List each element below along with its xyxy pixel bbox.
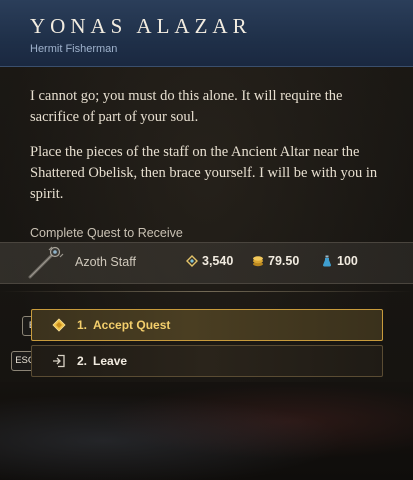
vial-icon bbox=[321, 255, 333, 267]
dialogue-paragraph-2: Place the pieces of the staff on the Anc… bbox=[30, 144, 378, 202]
coin-reward: 79.50 bbox=[252, 254, 299, 268]
exit-door-icon bbox=[51, 353, 67, 369]
accept-quest-button[interactable]: 1. Accept Quest bbox=[31, 309, 383, 341]
dialogue-text: I cannot go; you must do this alone. It … bbox=[30, 86, 390, 219]
azoth-amount: 3,540 bbox=[202, 254, 234, 268]
vial-reward: 100 bbox=[321, 254, 358, 268]
leave-button[interactable]: 2. Leave bbox=[31, 345, 383, 377]
divider bbox=[0, 291, 413, 292]
reward-item-name: Azoth Staff bbox=[75, 255, 136, 269]
option-label: Accept Quest bbox=[93, 318, 171, 332]
npc-header: YONAS ALAZAR Hermit Fisherman bbox=[0, 0, 413, 67]
coin-amount: 79.50 bbox=[268, 254, 300, 268]
quest-diamond-icon bbox=[51, 317, 67, 333]
coin-stack-icon bbox=[252, 255, 264, 267]
background-scene bbox=[0, 382, 413, 480]
npc-title: Hermit Fisherman bbox=[30, 43, 118, 55]
dialogue-paragraph-1: I cannot go; you must do this alone. It … bbox=[30, 88, 343, 125]
azoth-icon bbox=[186, 255, 198, 267]
staff-icon[interactable] bbox=[24, 246, 64, 280]
azoth-reward: 3,540 bbox=[186, 254, 233, 268]
npc-name: YONAS ALAZAR bbox=[30, 14, 252, 38]
reward-caption: Complete Quest to Receive bbox=[30, 226, 183, 240]
quest-dialog-panel: YONAS ALAZAR Hermit Fisherman I cannot g… bbox=[0, 0, 413, 480]
option-number: 1. bbox=[77, 318, 88, 332]
reward-row: Azoth Staff 3,540 79.50 100 bbox=[0, 242, 413, 284]
vial-amount: 100 bbox=[337, 254, 358, 268]
option-number: 2. bbox=[77, 354, 88, 368]
option-label: Leave bbox=[93, 354, 128, 368]
